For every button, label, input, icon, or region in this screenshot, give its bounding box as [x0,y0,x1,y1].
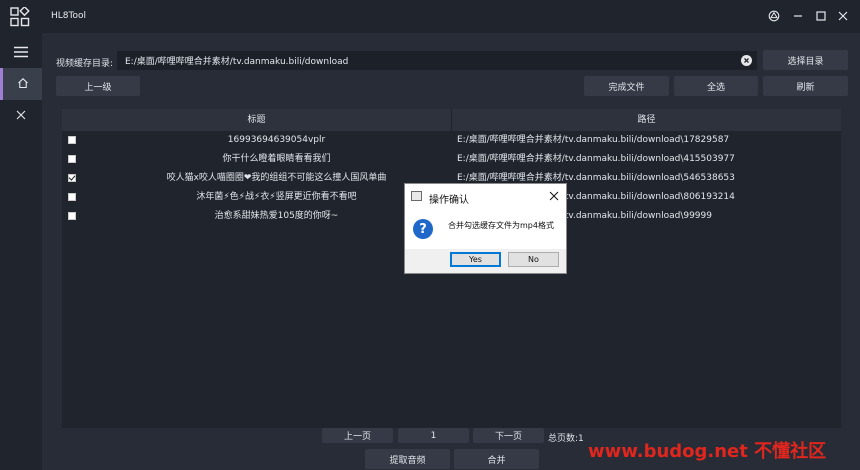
select-dir-button[interactable]: 选择目录 [763,50,848,70]
home-icon [17,77,29,92]
column-header-title[interactable]: 标题 [62,109,451,131]
theme-icon[interactable] [766,8,782,24]
next-page-button[interactable]: 下一页 [473,428,544,443]
table-row[interactable]: 16993694639054vplr E:/桌面/哔哩哔哩合并素材/tv.dan… [62,131,841,150]
total-pages-label: 总页数:1 [548,434,584,444]
row-checkbox[interactable] [68,212,76,220]
title-bar: HL8Tool [0,0,860,33]
refresh-button[interactable]: 刷新 [763,76,848,96]
no-button[interactable]: No [508,252,559,267]
sidebar-item-home[interactable] [0,68,42,100]
row-title: 16993694639054vplr [227,135,326,145]
confirm-dialog: 操作确认 ? 合并勾选缓存文件为mp4格式 Yes No [404,183,567,274]
close-icon [16,110,26,123]
table-header: 标题 路径 [62,109,841,131]
up-level-button[interactable]: 上一级 [56,76,140,96]
row-title: 你干什么瞪着眼睛看看我们 [222,154,331,164]
maximize-icon[interactable] [813,8,829,24]
sidebar [0,33,42,470]
row-path: E:/桌面/哔哩哔哩合并素材/tv.danmaku.bili/download\… [457,135,730,145]
dialog-titlebar: 操作确认 [405,184,566,209]
app-logo-icon [10,5,30,27]
dialog-title: 操作确认 [429,195,469,206]
table-row[interactable]: 你干什么瞪着眼睛看看我们 E:/桌面/哔哩哔哩合并素材/tv.danmaku.b… [62,150,841,169]
question-icon: ? [413,219,433,239]
column-header-path[interactable]: 路径 [452,109,841,131]
select-all-button[interactable]: 全选 [674,76,758,96]
clear-input-icon[interactable] [741,55,752,66]
row-checkbox[interactable] [68,136,76,144]
extract-audio-button[interactable]: 提取音频 [365,449,450,469]
app-title: HL8Tool [51,11,86,21]
done-files-button[interactable]: 完成文件 [584,76,669,96]
dialog-message: 合并勾选缓存文件为mp4格式 [448,221,554,230]
dialog-footer: Yes No [405,249,566,273]
page-number-field[interactable]: 1 [398,428,469,443]
menu-icon[interactable] [0,36,42,68]
prev-page-button[interactable]: 上一页 [322,428,393,443]
row-path: E:/桌面/哔哩哔哩合并素材/tv.danmaku.bili/download\… [457,154,735,164]
row-checkbox[interactable] [68,193,76,201]
cache-dir-label: 视频缓存目录: [56,59,114,69]
sidebar-item-close[interactable] [0,100,42,132]
minimize-icon[interactable] [790,8,806,24]
row-checkbox[interactable] [68,155,76,163]
watermark: www.budog.net 不懂社区 [588,441,827,462]
cache-dir-input[interactable] [117,51,757,70]
close-window-icon[interactable] [835,8,851,24]
row-checkbox[interactable] [68,174,76,182]
dialog-close-icon[interactable] [548,190,560,202]
merge-button[interactable]: 合并 [454,449,539,469]
yes-button[interactable]: Yes [450,252,501,267]
dialog-body: ? 合并勾选缓存文件为mp4格式 [405,209,566,249]
window-icon [411,191,422,201]
